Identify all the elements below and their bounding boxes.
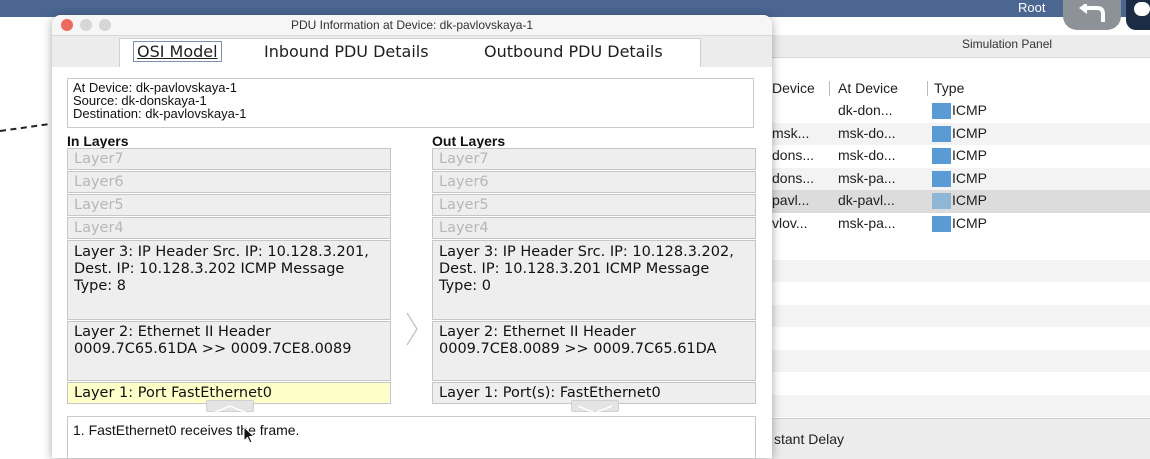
empty-row-stripe bbox=[772, 395, 1150, 417]
type-color-swatch bbox=[932, 215, 951, 232]
out-layer-7: Layer7 bbox=[432, 148, 756, 170]
root-label: Root bbox=[1018, 0, 1046, 15]
event-list-header-row: Device At Device Type bbox=[772, 78, 1150, 100]
layer-description-text: 1. FastEthernet0 receives the frame. bbox=[73, 422, 300, 438]
chevron-right-icon bbox=[406, 312, 418, 346]
chevron-down-icon bbox=[577, 405, 613, 414]
column-header-type[interactable]: Type bbox=[934, 80, 964, 96]
column-header-device[interactable]: Device bbox=[772, 80, 820, 96]
in-layers-list: Layer7 Layer6 Layer5 Layer4 Layer 3: IP … bbox=[67, 148, 391, 405]
in-layer-3[interactable]: Layer 3: IP Header Src. IP: 10.128.3.201… bbox=[67, 240, 391, 320]
type-color-swatch bbox=[932, 103, 951, 119]
tab-container: OSI Model Inbound PDU Details Outbound P… bbox=[119, 38, 701, 68]
out-layers-title: Out Layers bbox=[432, 133, 506, 149]
in-layers-title: In Layers bbox=[67, 133, 129, 149]
tab-osi-model[interactable]: OSI Model bbox=[133, 41, 222, 62]
tab-bar: OSI Model Inbound PDU Details Outbound P… bbox=[52, 36, 772, 68]
event-list-table[interactable]: Device At Device Type dk-don... ICMP msk… bbox=[772, 78, 1150, 235]
table-row-selected[interactable]: pavl... dk-pavl... ICMP bbox=[772, 190, 1150, 213]
in-layer-2[interactable]: Layer 2: Ethernet II Header 0009.7C65.61… bbox=[67, 321, 391, 381]
destination-text: Destination: dk-pavlovskaya-1 bbox=[73, 106, 247, 121]
in-layer-4: Layer4 bbox=[67, 217, 391, 239]
empty-row-stripe bbox=[772, 350, 1150, 372]
table-row[interactable]: msk... msk-do... ICMP bbox=[772, 122, 1150, 145]
constant-delay-label: stant Delay bbox=[774, 431, 845, 447]
layer-description-box: 1. FastEthernet0 receives the frame. bbox=[67, 416, 756, 458]
toolbar-corner-button[interactable] bbox=[1126, 0, 1150, 30]
out-layer-2[interactable]: Layer 2: Ethernet II Header 0009.7CE8.00… bbox=[432, 321, 756, 381]
mouse-cursor-icon bbox=[243, 426, 255, 444]
table-row[interactable]: dk-don... ICMP bbox=[772, 100, 1150, 123]
undo-icon bbox=[1079, 4, 1105, 22]
table-row[interactable]: dons... msk-do... ICMP bbox=[772, 145, 1150, 168]
chevron-up-icon bbox=[212, 405, 248, 414]
out-layer-5: Layer5 bbox=[432, 194, 756, 216]
tab-outbound-pdu-details[interactable]: Outbound PDU Details bbox=[484, 42, 663, 61]
out-layer-3[interactable]: Layer 3: IP Header Src. IP: 10.128.3.202… bbox=[432, 240, 756, 320]
pdu-information-dialog: PDU Information at Device: dk-pavlovskay… bbox=[52, 15, 772, 458]
table-row[interactable]: vlov... msk-pa... ICMP bbox=[772, 213, 1150, 236]
type-color-swatch bbox=[932, 170, 951, 187]
osi-model-panel: At Device: dk-pavlovskaya-1 Source: dk-d… bbox=[52, 67, 772, 458]
out-layers-list: Layer7 Layer6 Layer5 Layer4 Layer 3: IP … bbox=[432, 148, 756, 405]
type-color-swatch bbox=[932, 125, 951, 142]
out-layers-scroll-handle[interactable] bbox=[571, 400, 619, 414]
type-color-swatch bbox=[932, 148, 951, 164]
simulation-panel-header: Simulation Panel bbox=[772, 35, 1150, 58]
undo-button[interactable] bbox=[1063, 0, 1121, 30]
table-row[interactable]: dons... msk-pa... ICMP bbox=[772, 167, 1150, 190]
dialog-title: PDU Information at Device: dk-pavlovskay… bbox=[290, 18, 534, 32]
in-layer-6: Layer6 bbox=[67, 171, 391, 193]
in-layer-7: Layer7 bbox=[67, 148, 391, 170]
pdu-info-box: At Device: dk-pavlovskaya-1 Source: dk-d… bbox=[67, 78, 754, 128]
type-color-swatch bbox=[932, 193, 951, 209]
empty-row-stripe bbox=[772, 305, 1150, 327]
out-layer-4: Layer4 bbox=[432, 217, 756, 239]
out-layer-6: Layer6 bbox=[432, 171, 756, 193]
simulation-panel-title: Simulation Panel bbox=[962, 37, 1053, 51]
in-layer-5: Layer5 bbox=[67, 194, 391, 216]
tab-inbound-pdu-details[interactable]: Inbound PDU Details bbox=[264, 42, 429, 61]
empty-row-stripe bbox=[772, 260, 1150, 282]
in-layers-scroll-handle[interactable] bbox=[206, 400, 254, 414]
corner-icon bbox=[1134, 2, 1150, 16]
network-link-line bbox=[0, 123, 48, 132]
dialog-titlebar[interactable]: PDU Information at Device: dk-pavlovskay… bbox=[52, 15, 772, 36]
constant-delay-bar: stant Delay bbox=[772, 418, 1150, 459]
column-header-at-device[interactable]: At Device bbox=[838, 80, 898, 96]
